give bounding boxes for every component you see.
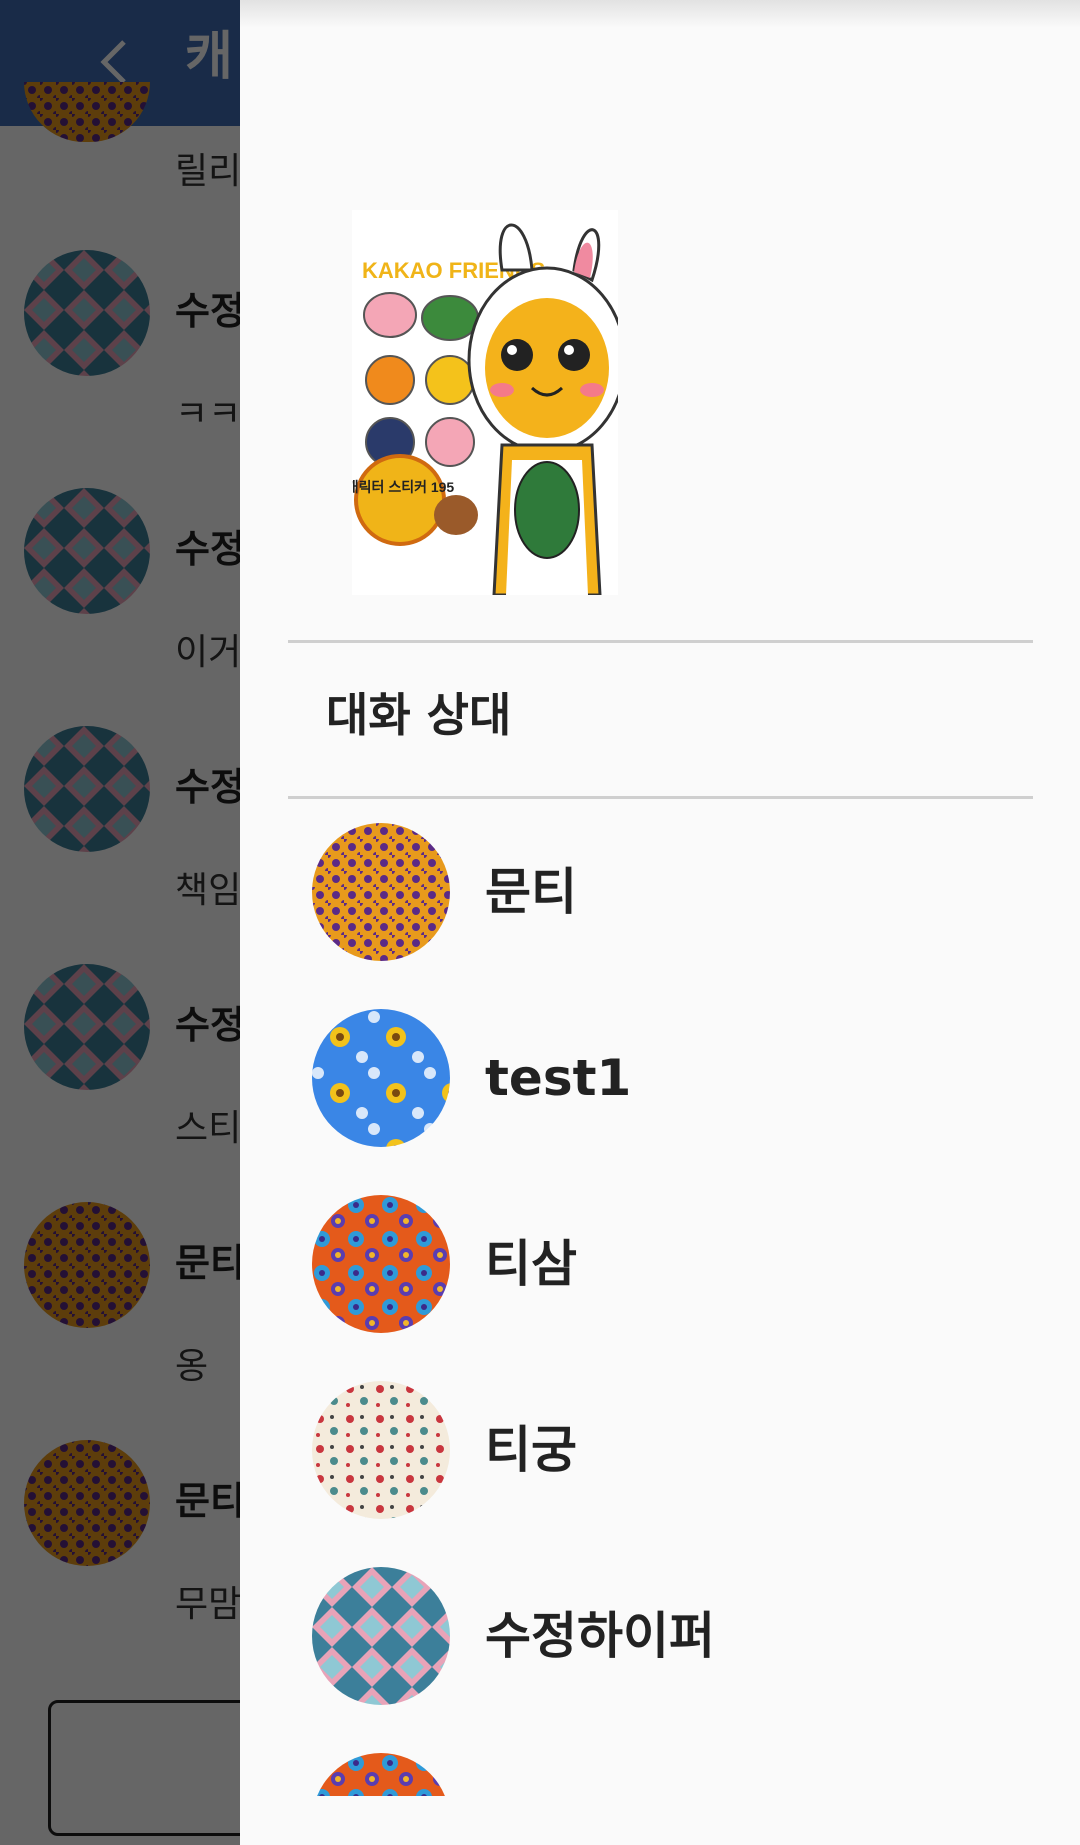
member-item[interactable] bbox=[240, 1753, 1080, 1796]
member-name: test1 bbox=[485, 1049, 632, 1107]
participants-heading: 대화 상대 bbox=[326, 688, 512, 742]
drawer-top-shadow bbox=[240, 0, 1080, 28]
member-name: 티궁 bbox=[485, 1421, 577, 1479]
member-name: 수정하이퍼 bbox=[485, 1607, 715, 1665]
divider bbox=[288, 796, 1033, 799]
sticker-count-text: 캐릭터 스티커 195 bbox=[352, 479, 454, 495]
chat-room-image: KAKAO FRIENDS 캐릭터 스티커 195 bbox=[352, 210, 618, 595]
member-name: 문티 bbox=[485, 863, 577, 921]
member-avatar[interactable] bbox=[312, 1753, 450, 1796]
side-drawer: KAKAO FRIENDS 캐릭터 스티커 195 대화 상대 문티 test1… bbox=[240, 0, 1080, 1845]
member-avatar[interactable] bbox=[312, 1009, 450, 1147]
member-avatar[interactable] bbox=[312, 1567, 450, 1705]
member-item[interactable]: 문티 bbox=[240, 823, 1080, 963]
member-item[interactable]: test1 bbox=[240, 1009, 1080, 1149]
member-avatar[interactable] bbox=[312, 1381, 450, 1519]
member-avatar[interactable] bbox=[312, 823, 450, 961]
member-item[interactable]: 티삼 bbox=[240, 1195, 1080, 1335]
divider bbox=[288, 640, 1033, 643]
member-item[interactable]: 티궁 bbox=[240, 1381, 1080, 1521]
member-item[interactable]: 수정하이퍼 bbox=[240, 1567, 1080, 1707]
member-avatar[interactable] bbox=[312, 1195, 450, 1333]
member-name: 티삼 bbox=[485, 1235, 577, 1293]
